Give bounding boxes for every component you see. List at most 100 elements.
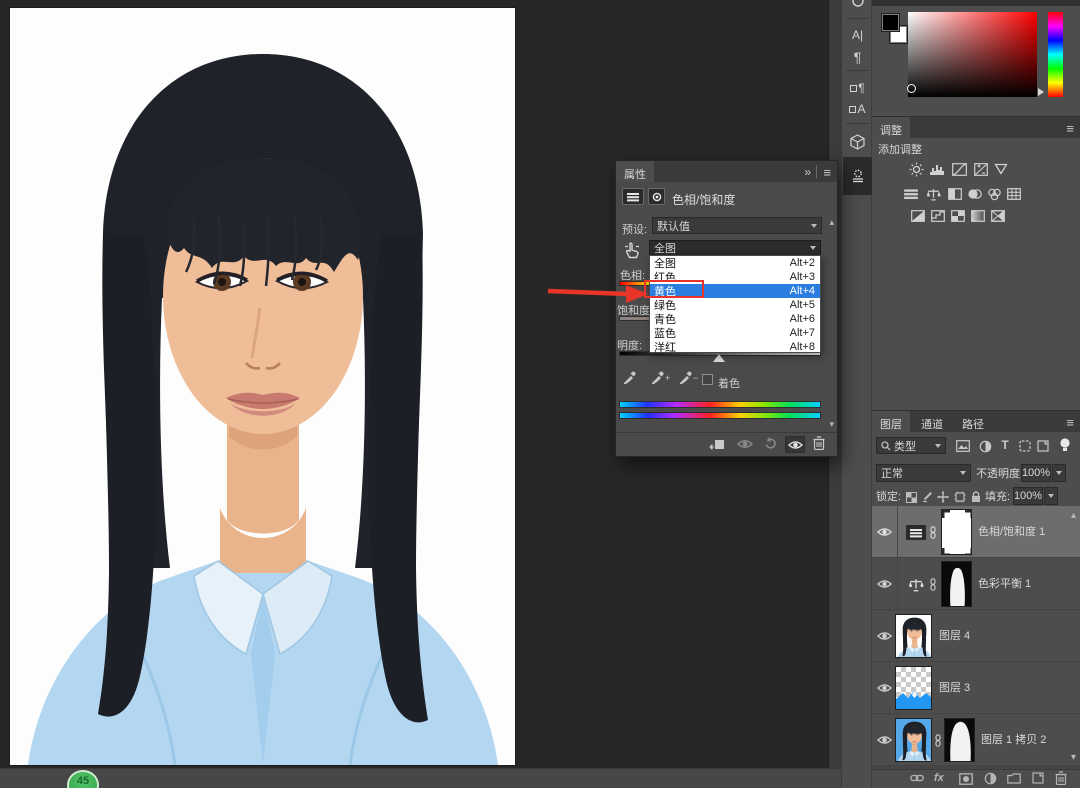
character-styles-panel-icon[interactable]: ¶ bbox=[842, 78, 873, 98]
layer-mask-thumbnail[interactable] bbox=[941, 509, 972, 555]
lock-all-icon[interactable] bbox=[966, 489, 986, 505]
brightness-contrast-icon[interactable] bbox=[906, 161, 926, 177]
tab-properties[interactable]: 属性 bbox=[616, 161, 654, 182]
character-panel-icon[interactable]: A| bbox=[842, 25, 873, 45]
delete-adjustment-icon[interactable] bbox=[813, 436, 825, 450]
layer-row-color-balance[interactable]: 色彩平衡 1 bbox=[872, 558, 1080, 610]
collapse-panel-icon[interactable]: » bbox=[804, 165, 811, 179]
invert-icon[interactable] bbox=[908, 208, 928, 224]
dropdown-item-magentas[interactable]: 洋红Alt+8 bbox=[650, 340, 820, 354]
clip-to-layer-icon[interactable] bbox=[709, 438, 725, 451]
scroll-down-icon[interactable]: ▾ bbox=[829, 419, 834, 430]
hue-slider[interactable] bbox=[1048, 12, 1063, 97]
layer-styles-icon[interactable]: fx bbox=[934, 772, 944, 784]
add-mask-icon[interactable] bbox=[959, 773, 973, 785]
dropdown-item-blues[interactable]: 蓝色Alt+7 bbox=[650, 326, 820, 340]
collapsed-panel-icon[interactable] bbox=[842, 0, 873, 12]
fill-dropdown-button[interactable] bbox=[1044, 487, 1058, 505]
toggle-visibility-icon[interactable] bbox=[785, 436, 805, 453]
layer-mask-thumbnail[interactable] bbox=[944, 718, 975, 762]
mask-indicator-icon[interactable] bbox=[648, 188, 665, 205]
exposure-icon[interactable] bbox=[971, 161, 991, 177]
dropdown-item-master[interactable]: 全图Alt+2 bbox=[650, 256, 820, 270]
panel-menu-icon[interactable]: ≡ bbox=[1066, 415, 1074, 430]
scroll-up-icon[interactable]: ▴ bbox=[829, 217, 834, 228]
opacity-dropdown-button[interactable] bbox=[1052, 464, 1066, 482]
hue-saturation-thumbnail[interactable] bbox=[905, 524, 927, 541]
scroll-up-icon[interactable]: ▴ bbox=[1071, 510, 1076, 521]
color-lookup-icon[interactable] bbox=[1004, 186, 1024, 202]
layer-thumbnail[interactable] bbox=[895, 614, 932, 658]
smart-object-filter-icon[interactable] bbox=[1033, 438, 1053, 454]
layer-row-layer3[interactable]: 图层 3 bbox=[872, 662, 1080, 714]
color-balance-icon[interactable] bbox=[923, 186, 943, 202]
panel-menu-icon[interactable]: ≡ bbox=[823, 165, 831, 180]
curves-icon[interactable] bbox=[949, 161, 969, 177]
filter-toggle-icon[interactable] bbox=[1055, 437, 1075, 453]
scroll-down-icon[interactable]: ▾ bbox=[1071, 752, 1076, 763]
saturation-brightness-field[interactable] bbox=[908, 12, 1037, 97]
paragraph-panel-icon[interactable]: ¶ bbox=[842, 47, 873, 67]
properties-panel-icon[interactable] bbox=[843, 157, 872, 195]
layer-mask-thumbnail[interactable] bbox=[941, 561, 972, 607]
view-previous-state-icon[interactable] bbox=[737, 439, 753, 449]
tab-layers[interactable]: 图层 bbox=[872, 411, 910, 432]
panel-menu-icon[interactable]: ≡ bbox=[1066, 121, 1074, 136]
gradient-map-icon[interactable] bbox=[968, 208, 988, 224]
channel-select[interactable]: 全图 bbox=[649, 240, 821, 256]
delete-layer-icon[interactable] bbox=[1055, 771, 1067, 785]
mask-link-icon[interactable] bbox=[930, 526, 936, 539]
foreground-color-swatch[interactable] bbox=[881, 13, 900, 32]
layer-visibility-toggle[interactable] bbox=[872, 558, 898, 610]
layer-row-layer1-copy2[interactable]: 图层 1 拷贝 2 ▾ bbox=[872, 714, 1080, 766]
dock-divider bbox=[846, 70, 869, 71]
eyedropper-icon[interactable] bbox=[622, 371, 636, 385]
layer-visibility-toggle[interactable] bbox=[872, 506, 898, 558]
fill-value[interactable]: 100% bbox=[1013, 487, 1043, 505]
vibrance-icon[interactable] bbox=[991, 161, 1011, 177]
reset-icon[interactable] bbox=[764, 437, 777, 450]
dropdown-item-greens[interactable]: 绿色Alt+5 bbox=[650, 298, 820, 312]
shape-layer-filter-icon[interactable] bbox=[1015, 438, 1035, 454]
dropdown-item-cyans[interactable]: 青色Alt+6 bbox=[650, 312, 820, 326]
opacity-value[interactable]: 100% bbox=[1021, 464, 1051, 482]
type-layer-filter-icon[interactable]: T bbox=[995, 437, 1015, 453]
new-group-icon[interactable] bbox=[1007, 773, 1021, 784]
levels-icon[interactable] bbox=[927, 161, 947, 177]
targeted-adjustment-tool-icon[interactable] bbox=[622, 240, 642, 260]
tab-adjustments[interactable]: 调整 bbox=[872, 117, 910, 138]
threshold-icon[interactable] bbox=[948, 208, 968, 224]
slider-thumb[interactable] bbox=[713, 354, 725, 362]
black-white-icon[interactable] bbox=[945, 186, 965, 202]
color-balance-thumbnail[interactable] bbox=[905, 576, 927, 593]
layer-thumbnail[interactable] bbox=[895, 718, 932, 762]
layer-row-layer4[interactable]: 图层 4 bbox=[872, 610, 1080, 662]
eyedropper-add-icon[interactable]: + bbox=[650, 371, 670, 385]
layer-filter-select[interactable]: 类型 bbox=[876, 437, 946, 454]
layer-thumbnail[interactable] bbox=[895, 666, 932, 710]
document-canvas[interactable] bbox=[10, 8, 515, 765]
mask-link-icon[interactable] bbox=[930, 578, 936, 591]
hue-slider-indicator[interactable] bbox=[1038, 88, 1044, 96]
adjustment-layer-filter-icon[interactable] bbox=[975, 438, 995, 454]
color-field-cursor[interactable] bbox=[907, 84, 916, 93]
mask-link-icon[interactable] bbox=[935, 734, 941, 747]
link-layers-icon[interactable] bbox=[910, 774, 924, 782]
blend-mode-select[interactable]: 正常 bbox=[876, 464, 971, 482]
new-layer-icon[interactable] bbox=[1032, 772, 1044, 784]
pixel-layer-filter-icon[interactable] bbox=[953, 438, 973, 454]
layer-row-hue-saturation[interactable]: 色相/饱和度 1 ▴ bbox=[872, 506, 1080, 558]
hue-saturation-icon[interactable] bbox=[901, 186, 921, 202]
3d-panel-icon[interactable] bbox=[842, 132, 873, 152]
colorize-checkbox[interactable] bbox=[702, 374, 713, 385]
posterize-icon[interactable] bbox=[928, 208, 948, 224]
preset-select[interactable]: 默认值 bbox=[652, 217, 822, 234]
tab-paths[interactable]: 路径 bbox=[954, 411, 992, 432]
eyedropper-subtract-icon[interactable]: − bbox=[678, 371, 698, 385]
photo-filter-icon[interactable] bbox=[964, 186, 984, 202]
new-adjustment-icon[interactable] bbox=[984, 772, 997, 785]
paragraph-styles-panel-icon[interactable]: A bbox=[842, 99, 873, 119]
selective-color-icon[interactable] bbox=[988, 208, 1008, 224]
channel-mixer-icon[interactable] bbox=[984, 186, 1004, 202]
tab-channels[interactable]: 通道 bbox=[913, 411, 951, 432]
